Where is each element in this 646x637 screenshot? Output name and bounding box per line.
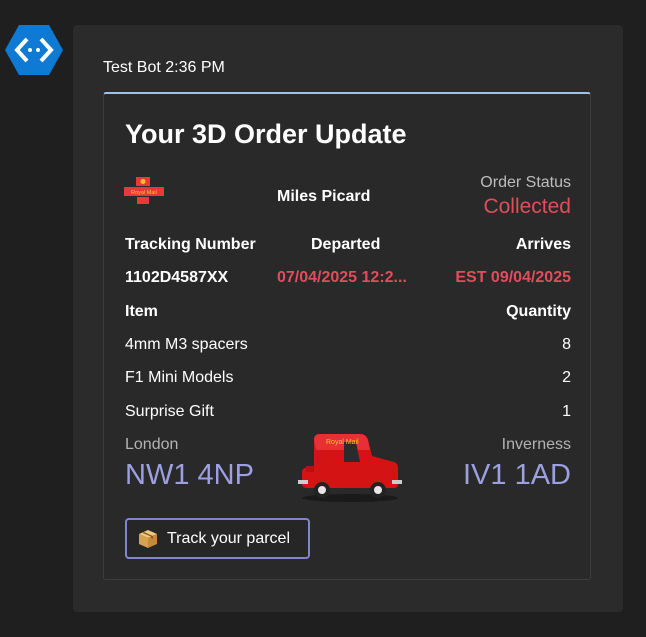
- departed-value: 07/04/2025 12:2...: [277, 269, 407, 286]
- arrives-value: EST 09/04/2025: [455, 269, 571, 286]
- item-name: Surprise Gift: [125, 403, 214, 420]
- departed-header: Departed: [311, 236, 381, 253]
- order-update-card: Your 3D Order Update Royal Mail Miles Pi…: [103, 92, 591, 580]
- list-item: F1 Mini Models 2: [125, 369, 571, 391]
- item-name: 4mm M3 spacers: [125, 336, 248, 353]
- item-quantity: 2: [562, 369, 571, 386]
- parcel-icon: [139, 529, 157, 548]
- list-item: Surprise Gift 1: [125, 403, 571, 425]
- tracking-number-header: Tracking Number: [125, 236, 256, 253]
- royal-mail-logo-icon: Royal Mail: [124, 177, 164, 204]
- list-item: 4mm M3 spacers 8: [125, 336, 571, 358]
- item-header: Item: [125, 303, 158, 320]
- message-sender-time: Test Bot 2:36 PM: [103, 59, 225, 76]
- order-status-label: Order Status: [480, 174, 571, 191]
- destination-postcode: IV1 1AD: [463, 459, 571, 491]
- quantity-header: Quantity: [506, 303, 571, 320]
- track-parcel-label: Track your parcel: [167, 529, 290, 547]
- bot-avatar-icon: [5, 25, 63, 75]
- order-status-value: Collected: [483, 195, 571, 218]
- svg-text:Royal Mail: Royal Mail: [326, 439, 359, 446]
- item-quantity: 1: [562, 403, 571, 420]
- royal-mail-van-icon: Royal Mail: [298, 434, 402, 502]
- origin-postcode: NW1 4NP: [125, 459, 254, 491]
- track-parcel-button[interactable]: Track your parcel: [125, 518, 310, 559]
- destination-city: Inverness: [501, 436, 571, 453]
- bot-message: Test Bot 2:36 PM Your 3D Order Update Ro…: [73, 25, 623, 612]
- origin-city: London: [125, 436, 179, 453]
- item-name: F1 Mini Models: [125, 369, 234, 386]
- recipient-name: Miles Picard: [277, 188, 371, 205]
- card-title: Your 3D Order Update: [125, 119, 407, 149]
- tracking-number-value: 1102D4587XX: [125, 269, 229, 286]
- item-quantity: 8: [562, 336, 571, 353]
- svg-text:Royal Mail: Royal Mail: [131, 190, 157, 196]
- arrives-header: Arrives: [515, 236, 571, 253]
